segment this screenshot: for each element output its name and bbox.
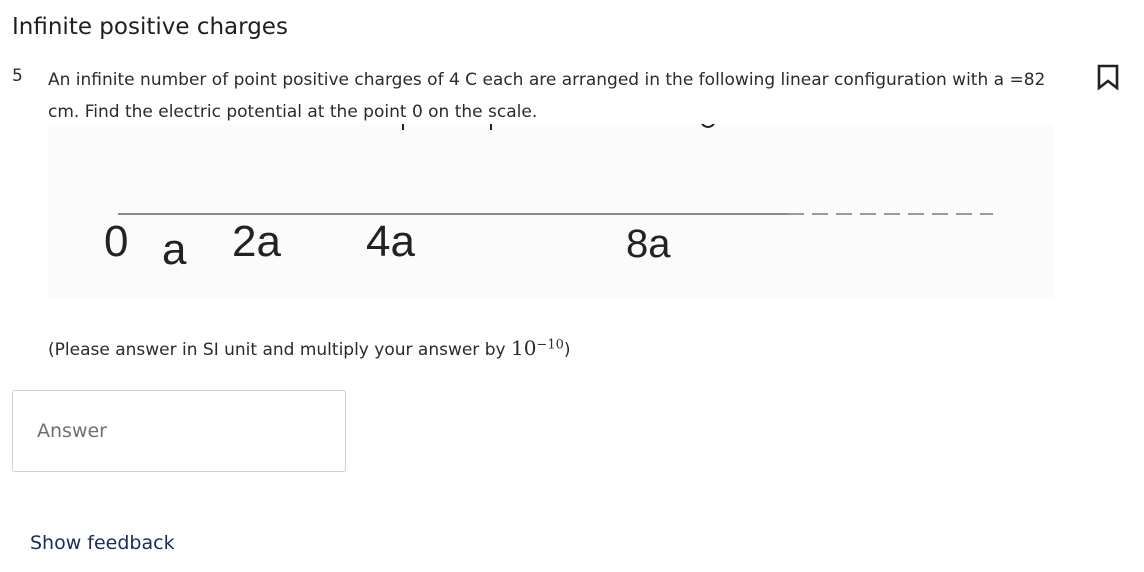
instruction-suffix: ) (563, 340, 571, 360)
question-number: 5 (12, 66, 23, 86)
question-text: An infinite number of point positive cha… (48, 70, 1046, 122)
page-title: Infinite positive charges (12, 14, 288, 40)
instruction-exponent: −10 (536, 337, 564, 353)
figure-label-8a: 8a (626, 222, 671, 266)
answer-input[interactable] (12, 390, 346, 472)
figure-label-0: 0 (104, 217, 129, 266)
figure-scale-line (118, 124, 993, 215)
figure-label-4a: 4a (366, 217, 415, 266)
answer-instruction: (Please answer in SI unit and multiply y… (48, 336, 571, 360)
bookmark-icon[interactable] (1096, 64, 1120, 91)
figure-label-a: a (162, 225, 187, 274)
show-feedback-link[interactable]: Show feedback (30, 532, 175, 554)
figure-label-2a: 2a (232, 217, 281, 266)
instruction-prefix: (Please answer in SI unit and multiply y… (48, 340, 511, 360)
instruction-base: 10 (510, 336, 537, 360)
charge-configuration-figure: 0 a 2a 4a 8a (48, 124, 1054, 298)
